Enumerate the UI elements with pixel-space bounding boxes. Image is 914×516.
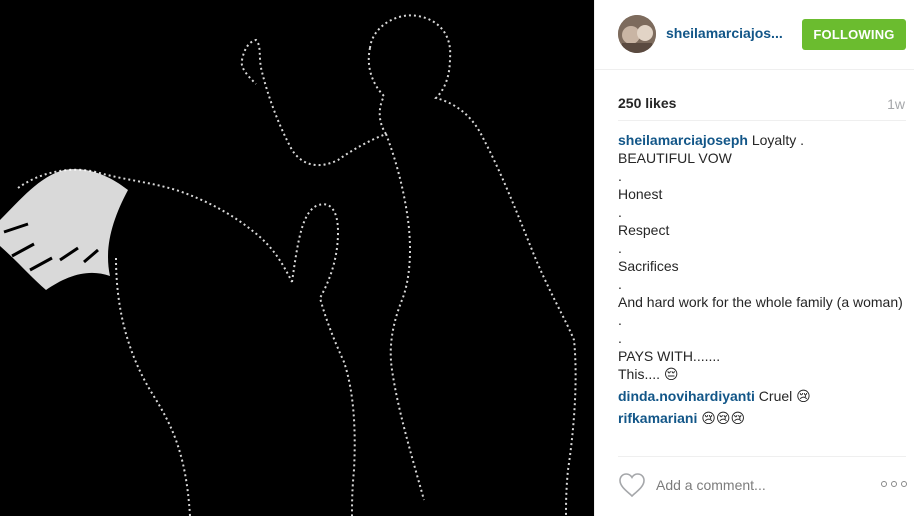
heart-icon[interactable]	[618, 472, 646, 498]
divider	[618, 456, 906, 457]
caption: sheilamarciajoseph Loyalty . BEAUTIFUL V…	[618, 131, 910, 383]
caption-line: And hard work for the whole family (a wo…	[618, 294, 903, 310]
caption-line: .	[618, 240, 622, 256]
post-header: sheilamarciajos... FOLLOWING	[595, 0, 914, 70]
caption-line: PAYS WITH.......	[618, 348, 721, 364]
following-button[interactable]: FOLLOWING	[802, 19, 906, 50]
caption-username[interactable]: sheilamarciajoseph	[618, 132, 748, 148]
caption-line: Sacrifices	[618, 258, 679, 274]
caption-line: Honest	[618, 186, 663, 202]
caption-line: .	[618, 204, 622, 220]
caption-line: .	[618, 330, 622, 346]
comment-input[interactable]	[656, 475, 856, 495]
more-options-icon[interactable]	[881, 478, 907, 490]
dot-icon	[901, 481, 907, 487]
caption-line: Loyalty .	[751, 132, 804, 148]
caption-line: .	[618, 312, 622, 328]
dot-icon	[891, 481, 897, 487]
dot-icon	[881, 481, 887, 487]
caption-line: .	[618, 276, 622, 292]
comment-item: dinda.novihardiyanti Cruel 😢	[618, 387, 910, 405]
caption-line: This.... 😔	[618, 366, 679, 382]
comments-list: sheilamarciajoseph Loyalty . BEAUTIFUL V…	[618, 131, 910, 449]
username-link[interactable]: sheilamarciajos...	[666, 25, 783, 41]
comment-text: Cruel 😢	[758, 388, 811, 404]
comment-username[interactable]: rifkamariani	[618, 410, 697, 426]
post-sidebar: sheilamarciajos... FOLLOWING 250 likes 1…	[594, 0, 914, 516]
caption-line: .	[618, 168, 622, 184]
post-time[interactable]: 1w	[887, 96, 905, 112]
divider	[618, 120, 906, 121]
comment-text: 😢😢😢	[701, 410, 746, 426]
likes-count[interactable]: 250 likes	[618, 95, 676, 111]
avatar[interactable]	[618, 15, 656, 53]
post-image[interactable]	[0, 0, 594, 516]
silhouette-illustration	[0, 0, 594, 516]
comment-username[interactable]: dinda.novihardiyanti	[618, 388, 755, 404]
caption-line: Respect	[618, 222, 670, 238]
caption-line: BEAUTIFUL VOW	[618, 150, 732, 166]
profile-photo	[618, 15, 656, 53]
comment-item: rifkamariani 😢😢😢	[618, 409, 910, 427]
